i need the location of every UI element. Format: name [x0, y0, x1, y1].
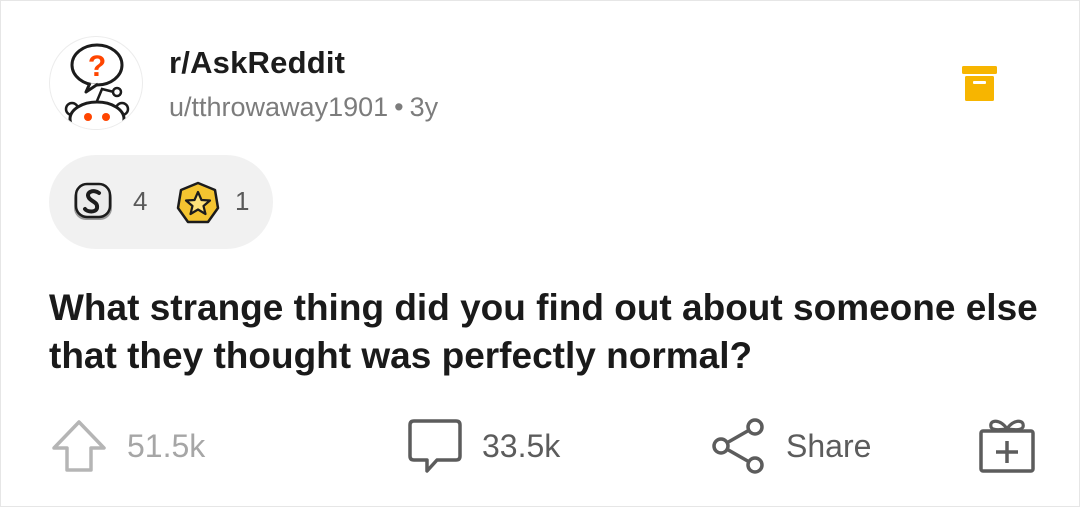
awards-pill[interactable]: 4 1 [49, 155, 273, 249]
gift-award-icon [979, 419, 1035, 473]
comment-button[interactable]: 33.5k [406, 414, 560, 478]
share-button[interactable]: Share [710, 414, 871, 478]
upvote-arrow-icon [52, 420, 106, 472]
give-award-button[interactable] [977, 414, 1037, 478]
silver-award-count: 4 [133, 186, 148, 216]
gold-award-count: 1 [235, 186, 250, 216]
post-meta: u/tthrowaway1901 • 3y [169, 92, 438, 123]
silver-award-icon [70, 180, 116, 226]
post-title[interactable]: What strange thing did you find out abou… [49, 284, 1049, 380]
author-username[interactable]: u/tthrowaway1901 [169, 92, 388, 122]
comment-count: 33.5k [482, 427, 561, 464]
subreddit-name[interactable]: r/AskReddit [169, 45, 345, 81]
svg-text:?: ? [88, 50, 106, 83]
meta-separator: • [394, 92, 404, 122]
comment-bubble-icon [408, 419, 462, 473]
archive-icon [961, 65, 998, 102]
post-age: 3y [409, 92, 439, 122]
upvote-button[interactable]: 51.5k [49, 414, 205, 478]
askreddit-avatar-icon[interactable]: ? [49, 36, 143, 130]
share-label: Share [786, 427, 872, 464]
gold-star-award-icon [175, 180, 221, 226]
share-icon [712, 418, 764, 474]
post-card: ? r/AskReddit u/tthrowaway1901 • 3y 4 1 … [0, 0, 1080, 507]
upvote-count: 51.5k [127, 427, 206, 464]
